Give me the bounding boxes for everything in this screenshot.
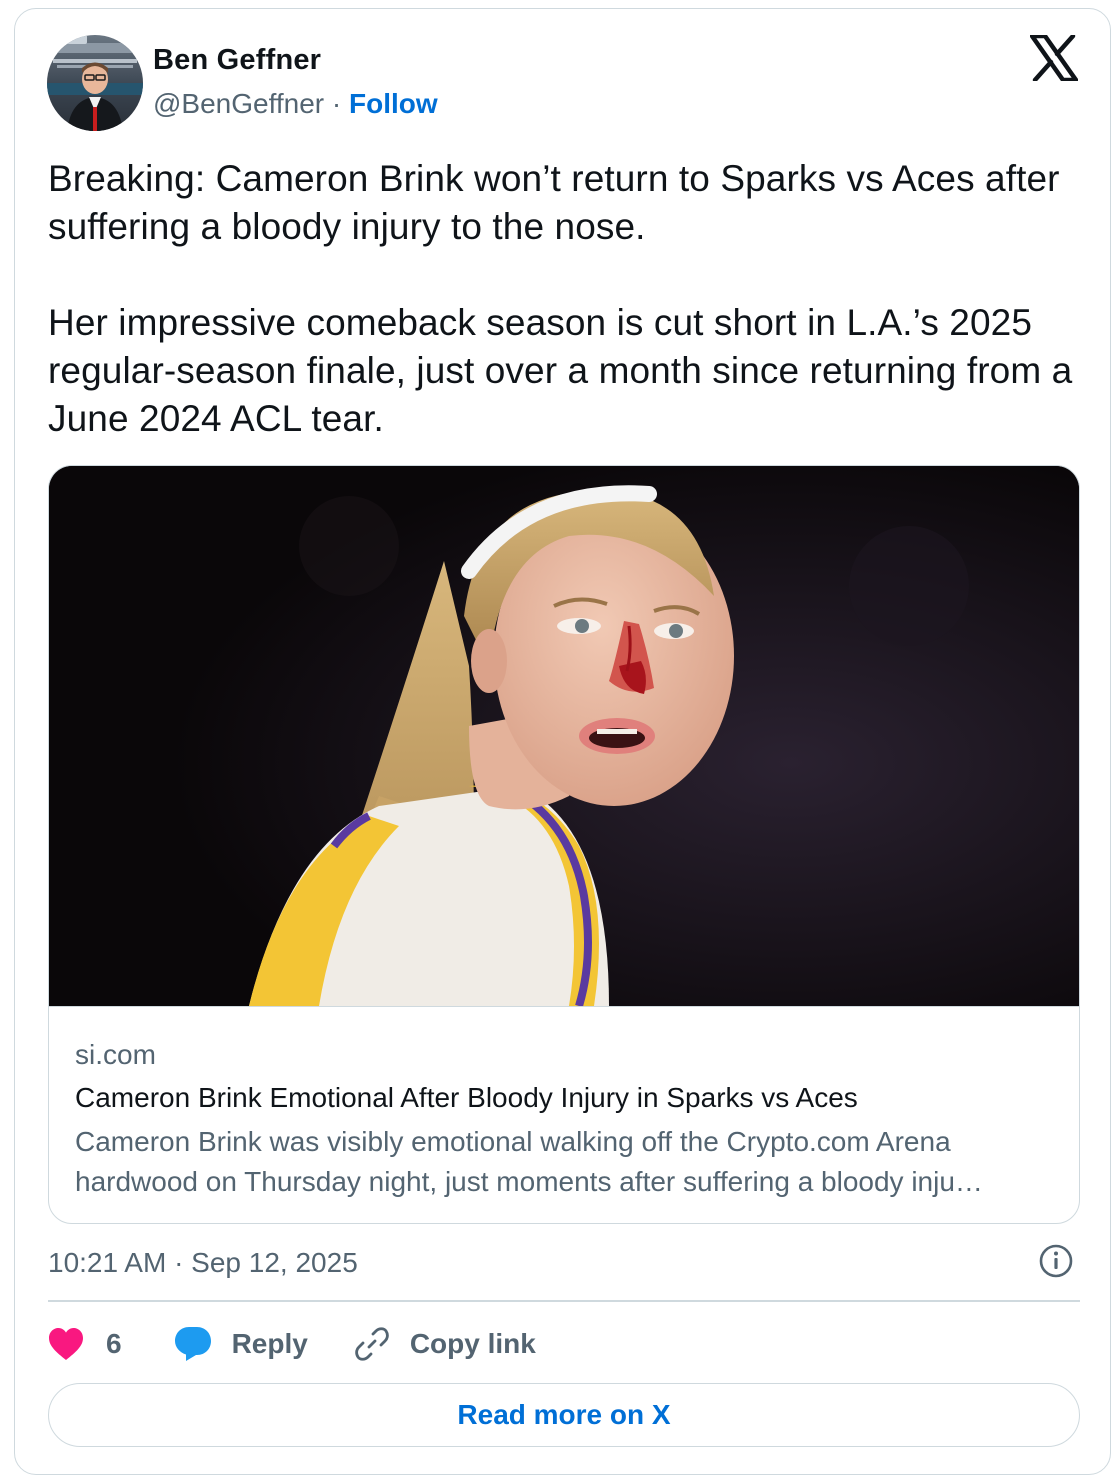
divider: [48, 1300, 1080, 1302]
read-more-button[interactable]: Read more on X: [48, 1383, 1080, 1447]
reply-bubble-icon: [174, 1327, 211, 1361]
author-name[interactable]: Ben Geffner: [153, 42, 321, 78]
reply-label: Reply: [231, 1328, 308, 1359]
link-title[interactable]: Cameron Brink Emotional After Bloody Inj…: [75, 1080, 858, 1116]
x-logo-icon[interactable]: [1029, 33, 1079, 83]
info-icon[interactable]: [1038, 1243, 1074, 1279]
link-description: Cameron Brink was visibly emotional walk…: [75, 1126, 983, 1197]
link-preview-image[interactable]: [49, 466, 1079, 1007]
like-count: 6: [106, 1328, 122, 1359]
author-handle[interactable]: @BenGeffner: [153, 88, 324, 119]
link-domain: si.com: [75, 1039, 156, 1070]
action-bar: 6 Reply Copy link: [48, 1320, 536, 1368]
author-handle-row: @BenGeffner · Follow: [153, 86, 438, 122]
follow-button[interactable]: Follow: [349, 88, 438, 119]
copy-link-button[interactable]: Copy link: [354, 1326, 536, 1362]
heart-icon: [49, 1328, 83, 1360]
like-button[interactable]: 6: [48, 1327, 122, 1361]
handle-separator: ·: [324, 88, 350, 119]
copy-link-label: Copy link: [409, 1328, 536, 1359]
author-avatar[interactable]: [47, 35, 143, 131]
reply-button[interactable]: Reply: [174, 1326, 308, 1362]
link-icon: [355, 1327, 389, 1361]
tweet-text: Breaking: Cameron Brink won’t return to …: [48, 158, 1073, 439]
tweet-timestamp[interactable]: 10:21 AM · Sep 12, 2025: [48, 1245, 358, 1281]
link-preview-card[interactable]: si.com Cameron Brink Emotional After Blo…: [48, 465, 1080, 1224]
